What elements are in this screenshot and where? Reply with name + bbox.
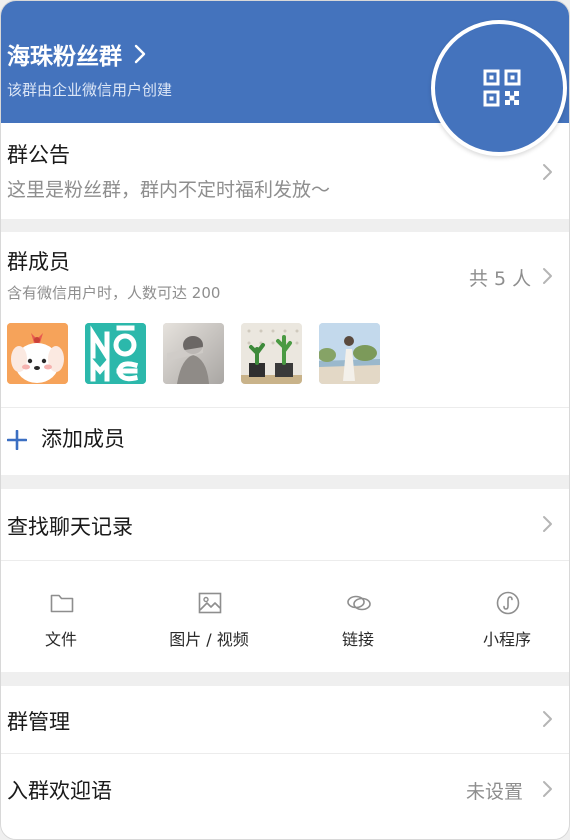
members-section: 群成员 含有微信用户时，人数可达 200 共 5 人 添加成员 bbox=[1, 232, 569, 475]
add-member-button[interactable]: 添加成员 bbox=[1, 408, 569, 475]
chevron-right-icon bbox=[134, 44, 146, 64]
qr-code-icon bbox=[483, 69, 521, 107]
mini-program-label: 小程序 bbox=[482, 630, 531, 649]
notice-title: 群公告 bbox=[7, 143, 70, 167]
members-title: 群成员 bbox=[7, 250, 70, 274]
nome-logo-avatar-image bbox=[85, 323, 146, 384]
cartoon-dog-avatar-image bbox=[7, 323, 68, 384]
links-category-button[interactable]: 链接 bbox=[298, 576, 418, 672]
chevron-right-icon[interactable] bbox=[542, 267, 553, 285]
folder-icon bbox=[50, 594, 74, 613]
image-icon bbox=[198, 592, 222, 614]
chat-search-section: 查找聊天记录 文件 图片 / 视频 链接 小程序 bbox=[1, 489, 569, 672]
member-avatars bbox=[7, 323, 397, 384]
avatar[interactable] bbox=[319, 323, 380, 384]
media-category-button[interactable]: 图片 / 视频 bbox=[149, 576, 269, 672]
add-member-label: 添加成员 bbox=[41, 427, 125, 451]
avatar[interactable] bbox=[7, 323, 68, 384]
chevron-right-icon[interactable] bbox=[542, 710, 553, 728]
mini-program-category-button[interactable]: 小程序 bbox=[447, 576, 567, 672]
divider bbox=[1, 753, 569, 754]
mini-program-icon bbox=[496, 591, 520, 615]
beach-photo-avatar-image bbox=[319, 323, 380, 384]
divider bbox=[1, 560, 569, 561]
members-limit-note: 含有微信用户时，人数可达 200 bbox=[7, 284, 221, 302]
files-label: 文件 bbox=[44, 630, 77, 649]
group-name: 海珠粉丝群 bbox=[7, 44, 122, 70]
links-label: 链接 bbox=[341, 630, 374, 649]
welcome-message-link[interactable]: 入群欢迎语 bbox=[7, 775, 112, 805]
plants-photo-avatar-image bbox=[241, 323, 302, 384]
avatar[interactable] bbox=[241, 323, 302, 384]
person-photo-avatar-image bbox=[163, 323, 224, 384]
member-count[interactable]: 共 5 人 bbox=[469, 264, 531, 291]
group-info-screen: 海珠粉丝群 该群由企业微信用户创建 群公告 这里是粉丝群，群内不定时福利发放～ bbox=[0, 0, 570, 840]
search-category-toolbar: 文件 图片 / 视频 链接 小程序 bbox=[1, 576, 569, 672]
group-title-link[interactable]: 海珠粉丝群 bbox=[7, 37, 148, 71]
plus-icon bbox=[7, 430, 27, 450]
search-history-link[interactable]: 查找聊天记录 bbox=[7, 511, 133, 541]
notice-content: 这里是粉丝群，群内不定时福利发放～ bbox=[7, 179, 331, 201]
group-management-link[interactable]: 群管理 bbox=[7, 706, 70, 736]
media-label: 图片 / 视频 bbox=[169, 630, 249, 649]
files-category-button[interactable]: 文件 bbox=[1, 576, 121, 672]
chevron-right-icon bbox=[543, 164, 552, 180]
welcome-message-value: 未设置 bbox=[466, 781, 524, 803]
chevron-right-icon[interactable] bbox=[542, 515, 553, 533]
chevron-right-icon[interactable] bbox=[542, 780, 553, 798]
link-icon bbox=[347, 595, 371, 611]
avatar[interactable] bbox=[163, 323, 224, 384]
avatar[interactable] bbox=[85, 323, 146, 384]
group-management-section: 群管理 入群欢迎语 未设置 bbox=[1, 686, 569, 839]
group-creator-note: 该群由企业微信用户创建 bbox=[7, 81, 173, 99]
